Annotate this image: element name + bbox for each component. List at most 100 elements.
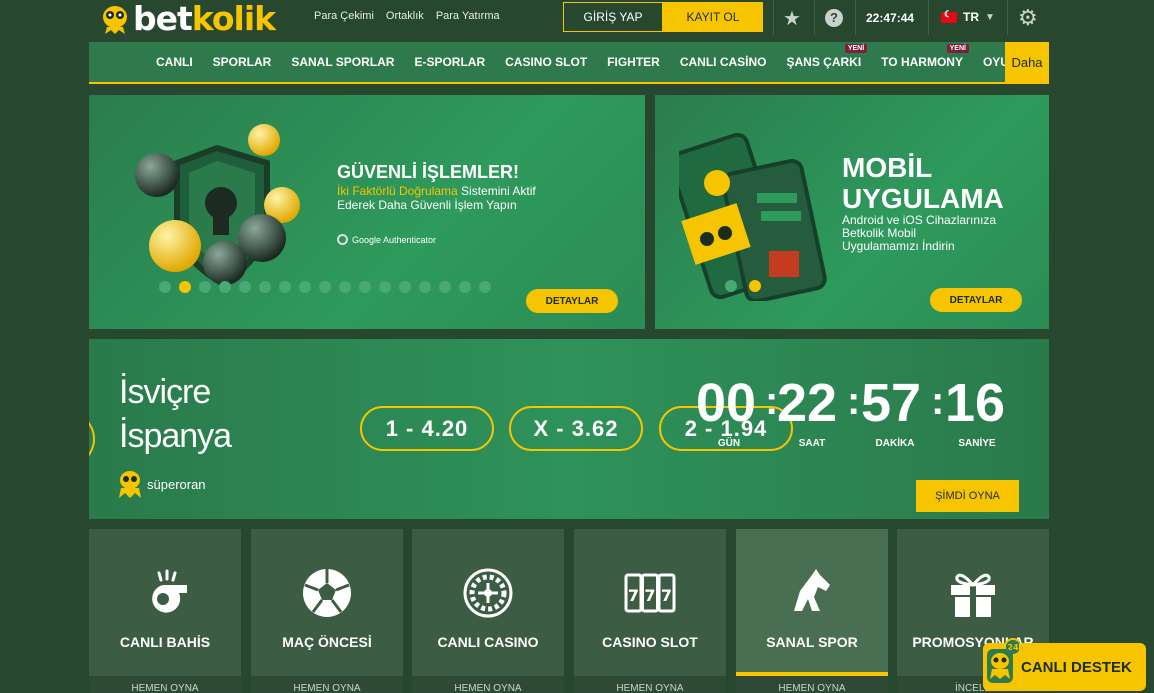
- nav-item[interactable]: CASINO SLOT: [495, 55, 597, 69]
- slide-dot[interactable]: [299, 281, 311, 293]
- countdown-minutes-label: DAKİKA: [875, 438, 915, 449]
- slide-dot[interactable]: [749, 280, 761, 292]
- security-title: GÜVENLİ İŞLEMLER!: [337, 162, 520, 182]
- tile-play-link[interactable]: HEMEN OYNA: [736, 676, 888, 693]
- tile-live-betting[interactable]: CANLI BAHİS HEMEN OYNA: [89, 529, 241, 693]
- slide-dot[interactable]: [199, 281, 211, 293]
- link-withdraw[interactable]: Para Çekimi: [314, 10, 374, 22]
- mobile-desc-line2: Betkolik Mobil: [842, 226, 917, 240]
- live-support-button[interactable]: 24 CANLI DESTEK: [983, 638, 1146, 691]
- mobile-desc-line1: Android ve iOS Cihazlarınıza: [842, 213, 997, 227]
- nav-item[interactable]: ŞANS ÇARKI YENİ: [777, 44, 872, 69]
- tile-play-link[interactable]: HEMEN OYNA: [412, 676, 564, 693]
- tile-play-link[interactable]: HEMEN OYNA: [251, 676, 403, 693]
- slide-indicators: [159, 281, 491, 293]
- divider: [855, 0, 856, 35]
- roulette-icon: [463, 568, 513, 618]
- link-affiliate[interactable]: Ortaklık: [386, 10, 424, 22]
- tile-label: MAÇ ÖNCESİ: [282, 634, 372, 650]
- odd-draw[interactable]: X - 3.62: [509, 406, 643, 451]
- slide-dot[interactable]: [279, 281, 291, 293]
- login-button[interactable]: GİRİŞ YAP: [563, 2, 663, 32]
- decorative-arc: [89, 409, 95, 469]
- tile-play-link[interactable]: HEMEN OYNA: [89, 676, 241, 693]
- team-away: İspanya: [119, 417, 232, 455]
- logo[interactable]: betkolik: [99, 0, 276, 38]
- divider: [773, 0, 774, 35]
- tile-casino-slot[interactable]: 7 7 7 CASINO SLOT HEMEN OYNA: [574, 529, 726, 693]
- slide-dot[interactable]: [179, 281, 191, 293]
- play-now-button[interactable]: ŞİMDİ OYNA: [916, 480, 1019, 512]
- slide-dot[interactable]: [439, 281, 451, 293]
- slide-dot[interactable]: [399, 281, 411, 293]
- register-button[interactable]: KAYIT OL: [663, 2, 763, 32]
- clock: 22:47:44: [866, 11, 915, 25]
- nav-item-label: ŞANS ÇARKI: [786, 55, 862, 69]
- tile-label: CANLI BAHİS: [119, 634, 211, 650]
- nav-item-label: CASINO SLOT: [505, 55, 588, 69]
- tile-play-link[interactable]: HEMEN OYNA: [574, 676, 726, 693]
- slide-dot[interactable]: [259, 281, 271, 293]
- google-authenticator: Google Authenticator: [337, 234, 436, 245]
- more-menu-button[interactable]: Daha: [1005, 42, 1049, 82]
- security-details-button[interactable]: DETAYLAR: [526, 289, 618, 313]
- slide-dot[interactable]: [459, 281, 471, 293]
- slide-dot[interactable]: [379, 281, 391, 293]
- mobile-phones-illustration: [679, 132, 827, 301]
- whistle-icon: [152, 569, 187, 613]
- favorites-star-icon[interactable]: ★: [783, 6, 801, 31]
- mobile-app-banner[interactable]: MOBİL UYGULAMA Android ve iOS Cihazların…: [655, 95, 1049, 329]
- google-authenticator-icon: [337, 234, 348, 245]
- logo-text: betkolik: [133, 0, 276, 38]
- nav-item[interactable]: FIGHTER: [597, 55, 670, 69]
- svg-text:7: 7: [644, 586, 655, 605]
- team-home: İsviçre: [119, 373, 211, 411]
- svg-text:7: 7: [661, 586, 672, 605]
- language-selector[interactable]: TR ▼: [941, 9, 995, 24]
- slide-dot[interactable]: [479, 281, 491, 293]
- nav-item[interactable]: SPORLAR: [203, 55, 282, 69]
- help-icon[interactable]: ?: [825, 9, 843, 27]
- tile-pre-match[interactable]: MAÇ ÖNCESİ HEMEN OYNA: [251, 529, 403, 693]
- odd-home[interactable]: 1 - 4.20: [360, 406, 494, 451]
- slot-machine-icon: 7 7 7: [624, 573, 676, 613]
- security-desc-line1: İki Faktörlü Doğrulama Sistemini Aktif: [337, 184, 536, 198]
- horse-icon: [794, 569, 830, 611]
- slide-dot[interactable]: [419, 281, 431, 293]
- slide-dot[interactable]: [725, 280, 737, 292]
- turkey-flag-icon: [941, 9, 957, 23]
- nav-item[interactable]: CANLI: [146, 55, 203, 69]
- countdown-days: 00: [696, 373, 757, 433]
- slide-dot[interactable]: [159, 281, 171, 293]
- slide-dot[interactable]: [339, 281, 351, 293]
- slide-indicators: [725, 280, 761, 292]
- featured-match: İsviçre İspanya süperoran 1 - 4.20 X - 3…: [89, 339, 1049, 519]
- mobile-details-button[interactable]: DETAYLAR: [930, 288, 1022, 312]
- mobile-title-line2: UYGULAMA: [842, 183, 1004, 214]
- svg-text:7: 7: [628, 586, 639, 605]
- support-mascot-icon: 24: [987, 638, 1019, 683]
- tile-live-casino[interactable]: CANLI CASINO HEMEN OYNA: [412, 529, 564, 693]
- slide-dot[interactable]: [359, 281, 371, 293]
- nav-item[interactable]: SANAL SPORLAR: [281, 55, 404, 69]
- slide-dot[interactable]: [319, 281, 331, 293]
- tile-virtual-sport[interactable]: SANAL SPOR HEMEN OYNA: [736, 529, 888, 693]
- settings-gear-icon[interactable]: ⚙: [1018, 5, 1038, 31]
- gift-icon: [951, 573, 995, 617]
- mobile-desc-line3: Uygulamamızı İndirin: [842, 239, 955, 253]
- countdown-seconds: 16: [945, 373, 1006, 433]
- tile-label: SANAL SPOR: [766, 634, 858, 650]
- nav-item-label: TO HARMONY: [881, 55, 963, 69]
- nav-item-label: SANAL SPORLAR: [291, 55, 395, 69]
- nav-item[interactable]: CANLI CASİNO: [670, 55, 777, 69]
- divider: [814, 0, 815, 35]
- slide-dot[interactable]: [239, 281, 251, 293]
- countdown-separator: :: [931, 379, 945, 423]
- nav-item[interactable]: E-SPORLAR: [404, 55, 495, 69]
- security-banner[interactable]: GÜVENLİ İŞLEMLER! İki Faktörlü Doğrulama…: [89, 95, 645, 329]
- nav-item[interactable]: TO HARMONY YENİ: [871, 44, 973, 69]
- countdown-separator: :: [847, 379, 861, 423]
- slide-dot[interactable]: [219, 281, 231, 293]
- countdown-seconds-label: SANİYE: [958, 438, 996, 449]
- link-deposit[interactable]: Para Yatırma: [436, 10, 500, 22]
